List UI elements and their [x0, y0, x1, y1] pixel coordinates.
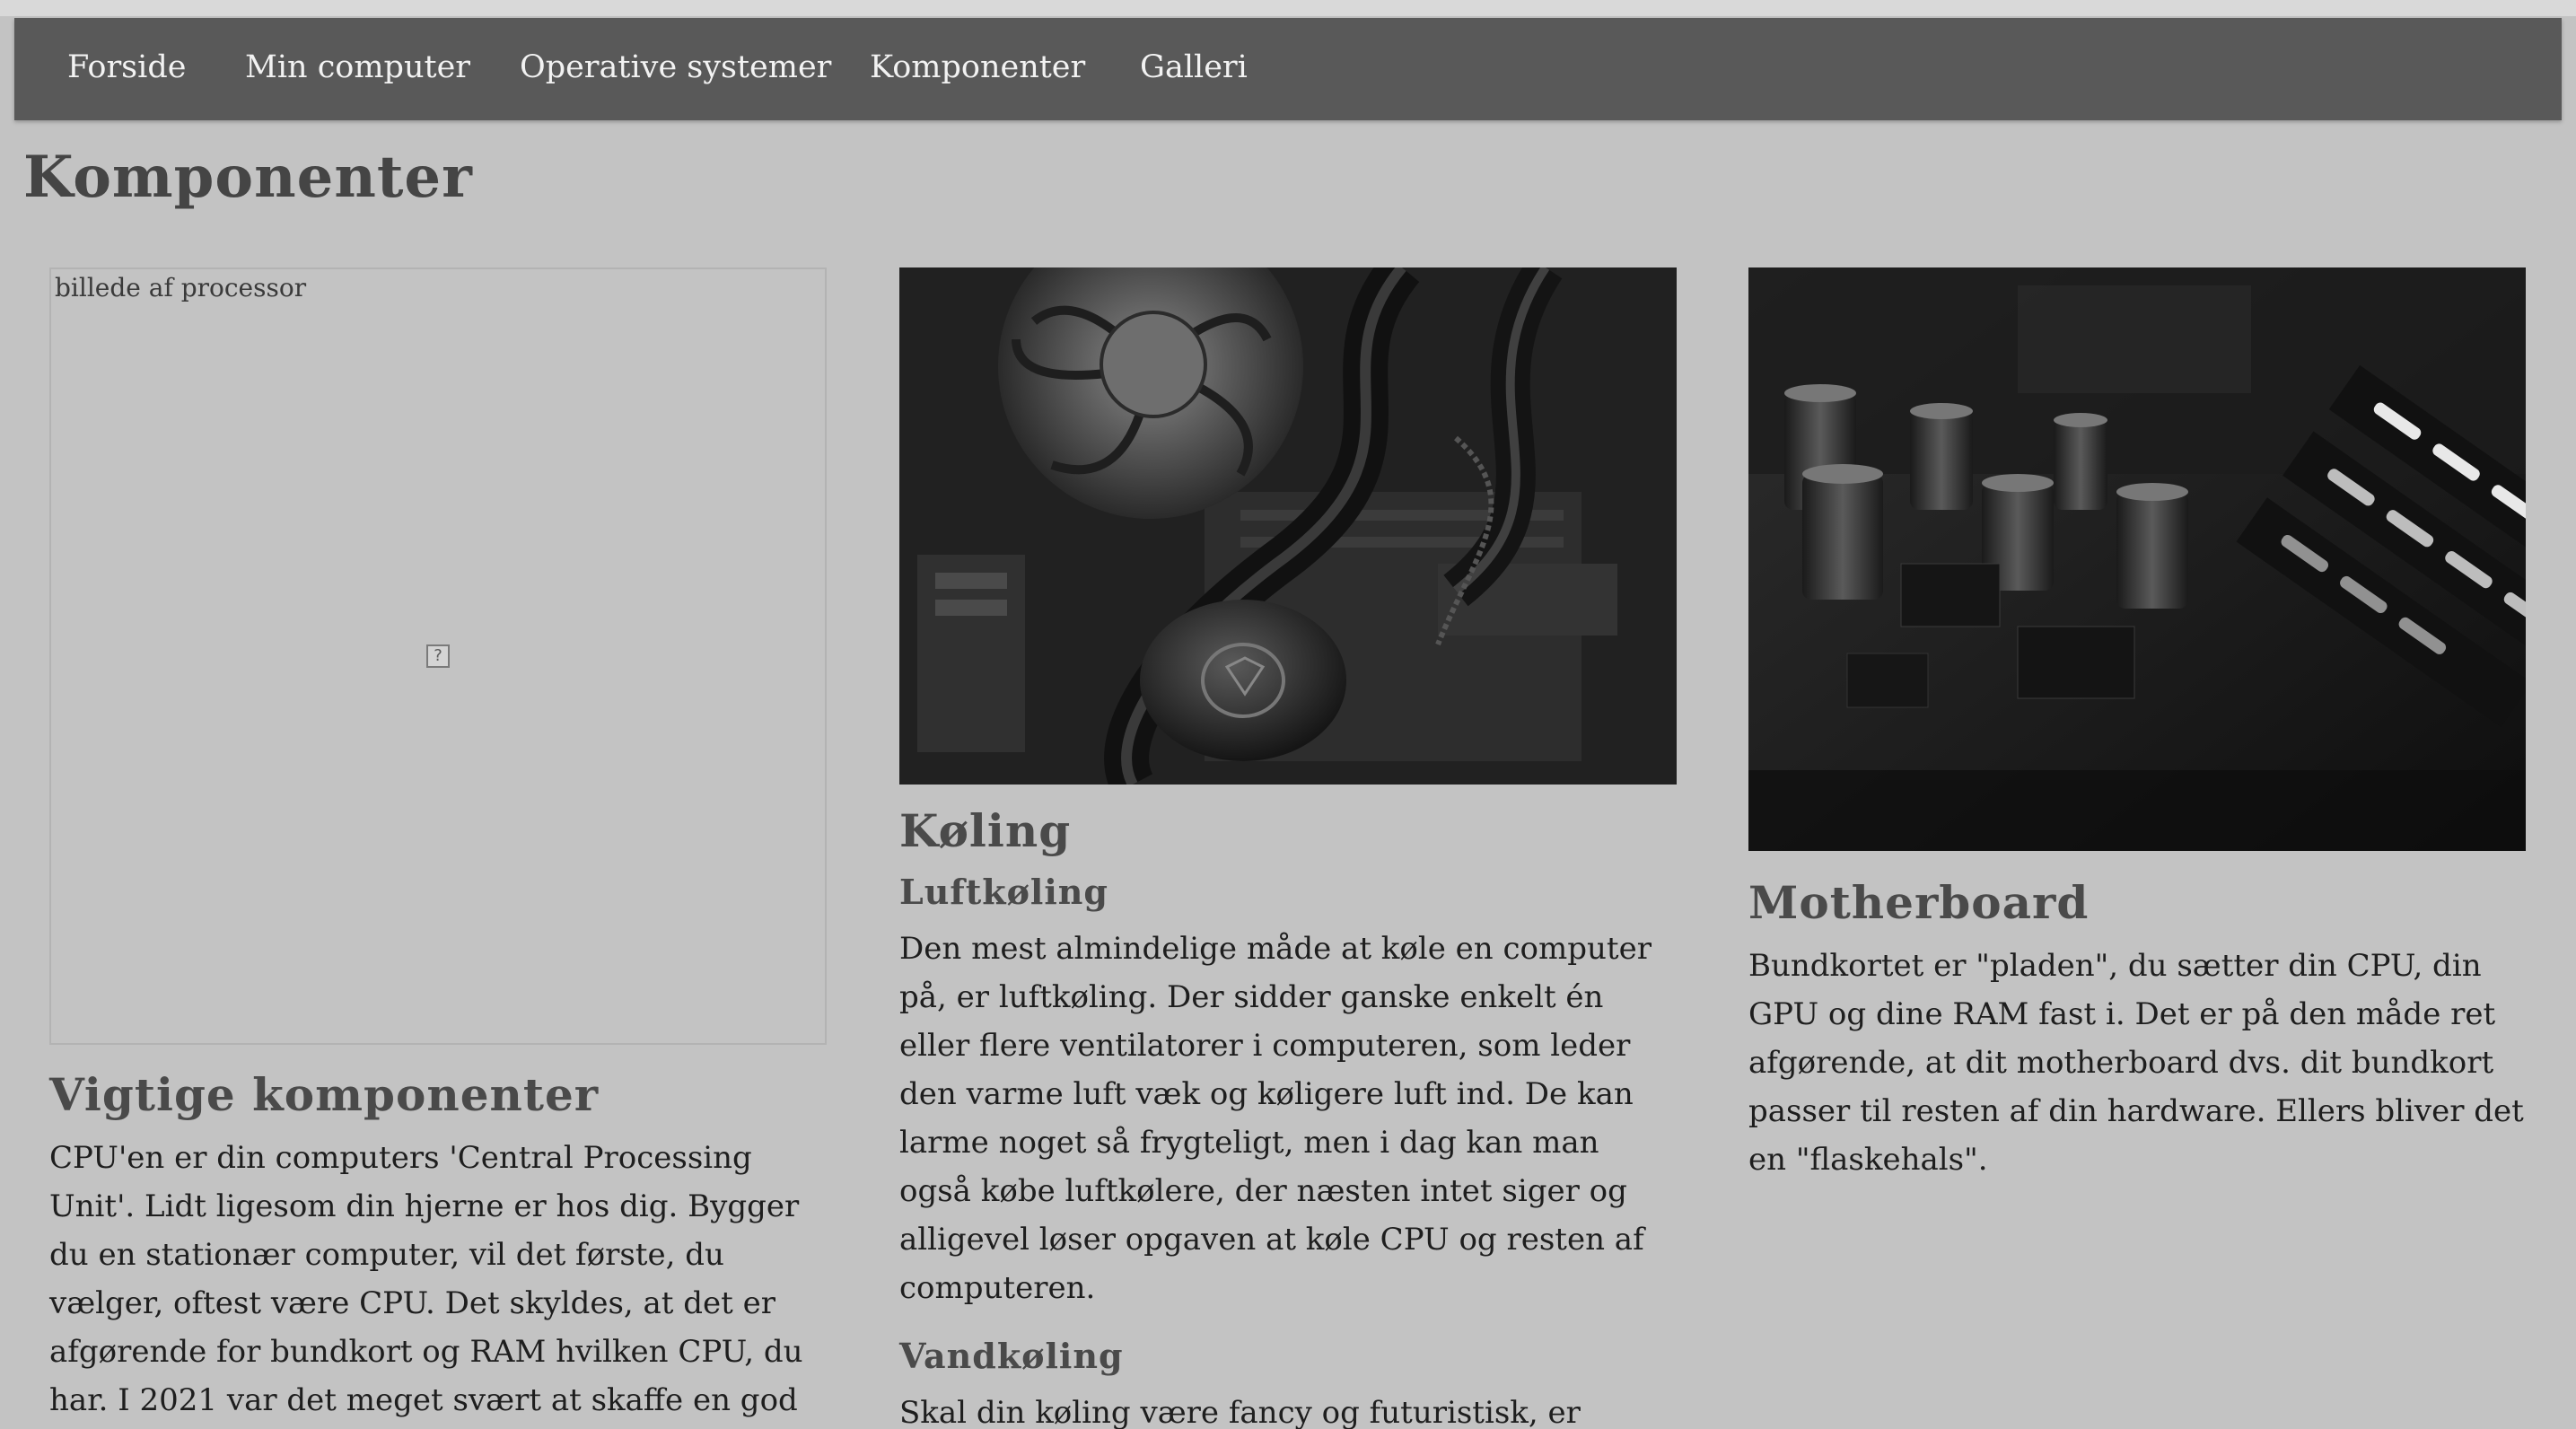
top-strip	[0, 0, 2576, 16]
nav-item-min-computer[interactable]: Min computer	[245, 18, 470, 120]
broken-image-icon: ?	[426, 644, 450, 668]
motherboard-heading: Motherboard	[1748, 876, 2090, 929]
cpu-heading: Vigtige komponenter	[49, 1068, 600, 1121]
water-cooling-paragraph: Skal din køling være fancy og futuristis…	[899, 1395, 1581, 1429]
water-cooling-heading: Vandkøling	[899, 1336, 1124, 1376]
air-cooling-paragraph: Den mest almindelige måde at køle en com…	[899, 931, 1652, 1306]
cooling-photo	[899, 267, 1677, 785]
motherboard-paragraph: Bundkortet er "pladen", du sætter din CP…	[1748, 948, 2524, 1178]
main-navbar: Forside Min computer Operative systemer …	[14, 18, 2562, 120]
motherboard-photo	[1748, 267, 2526, 851]
nav-item-operative-systemer[interactable]: Operative systemer	[520, 18, 831, 120]
nav-item-forside[interactable]: Forside	[67, 18, 186, 120]
motherboard-photo-graphic	[1748, 267, 2526, 851]
cooling-heading: Køling	[899, 804, 1072, 857]
nav-item-komponenter[interactable]: Komponenter	[870, 18, 1085, 120]
motherboard-column: Motherboard Bundkortet er "pladen", du s…	[1748, 267, 2528, 1184]
processor-image-broken: billede af processor ?	[49, 267, 827, 1045]
cooling-photo-graphic	[899, 267, 1677, 785]
cooling-column: Køling Luftkøling Den mest almindelige m…	[899, 267, 1678, 1429]
cpu-column: billede af processor ? Vigtige komponent…	[49, 267, 828, 1429]
processor-image-alt-text: billede af processor	[55, 273, 307, 302]
page-title: Komponenter	[23, 144, 473, 211]
air-cooling-heading: Luftkøling	[899, 872, 1108, 912]
cpu-paragraph: CPU'en er din computers 'Central Process…	[49, 1140, 803, 1418]
nav-item-galleri[interactable]: Galleri	[1140, 18, 1248, 120]
